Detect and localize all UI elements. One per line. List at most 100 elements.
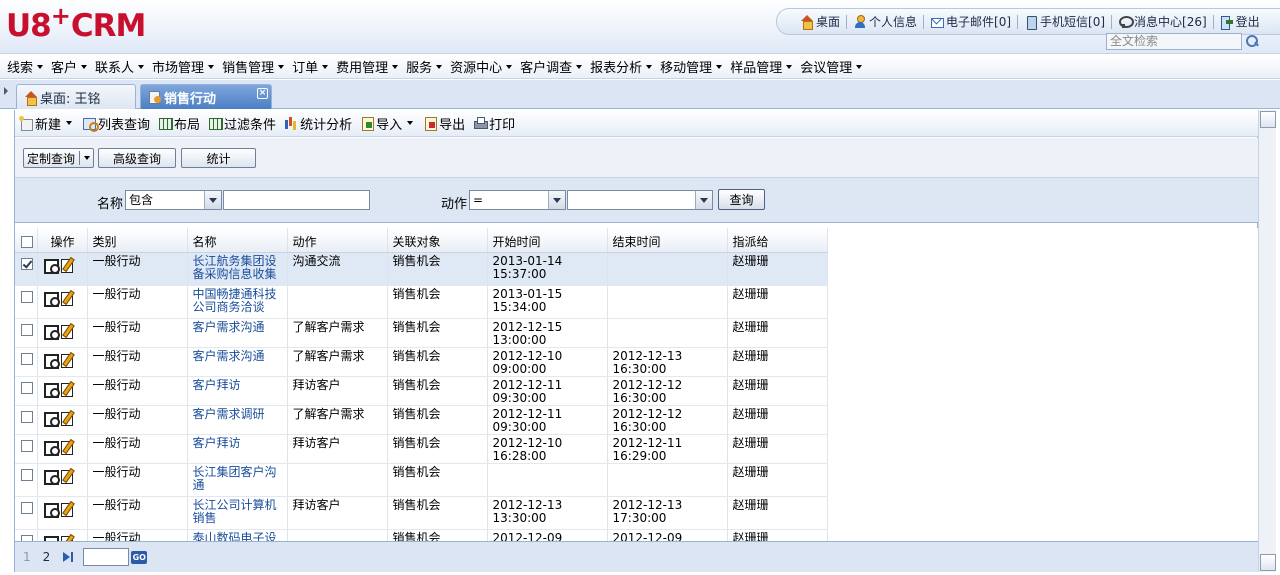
edit-icon[interactable] <box>60 382 74 397</box>
row-checkbox[interactable] <box>21 290 33 303</box>
custom-query-button[interactable]: 定制查询 <box>23 148 94 168</box>
table-row[interactable]: 一般行动 中国畅捷通科技公司商务洽谈 销售机会 2013-01-15 15:34:00… <box>15 285 828 319</box>
menu-survey[interactable]: 客户调查 <box>520 57 583 76</box>
print-button[interactable]: 打印 <box>473 114 515 133</box>
view-icon[interactable] <box>43 324 60 340</box>
cell-name[interactable]: 长江集团客户沟通 <box>187 463 288 497</box>
cell-name[interactable]: 客户需求调研 <box>187 405 288 435</box>
view-icon[interactable] <box>43 502 60 518</box>
email-link[interactable]: 电子邮件[0] <box>925 13 1016 30</box>
filter-button[interactable]: 过滤条件 <box>208 114 276 133</box>
table-row[interactable]: 一般行动 长江航务集团设备采购信息收集 沟通交流 销售机会 2013-01-14 15:… <box>15 252 828 286</box>
row-checkbox[interactable] <box>21 381 33 394</box>
menu-leads[interactable]: 线索 <box>7 57 44 76</box>
row-checkbox[interactable] <box>21 323 33 336</box>
col-header-name[interactable]: 名称 <box>187 228 288 253</box>
menu-contacts[interactable]: 联系人 <box>95 57 145 76</box>
edit-icon[interactable] <box>60 411 74 426</box>
name-operator-select[interactable]: 包含 <box>125 190 222 210</box>
cell-name[interactable]: 中国畅捷通科技公司商务洽谈 <box>187 285 288 319</box>
col-header-end[interactable]: 结束时间 <box>607 228 728 253</box>
sms-link[interactable]: 手机短信[0] <box>1019 13 1110 30</box>
search-icon[interactable] <box>1245 34 1259 48</box>
stats-analysis-button[interactable]: 统计分析 <box>284 114 352 133</box>
query-button[interactable]: 查询 <box>718 189 765 210</box>
table-row[interactable]: 一般行动 客户需求沟通 了解客户需求 销售机会 2012-12-10 09:00:00 2… <box>15 347 828 377</box>
col-header-start[interactable]: 开始时间 <box>487 228 608 253</box>
edit-icon[interactable] <box>60 291 74 306</box>
edit-icon[interactable] <box>60 469 74 484</box>
menu-reports[interactable]: 报表分析 <box>590 57 653 76</box>
view-icon[interactable] <box>43 258 60 274</box>
col-header-category[interactable]: 类别 <box>87 228 188 253</box>
menu-customers[interactable]: 客户 <box>51 57 88 76</box>
menu-samples[interactable]: 样品管理 <box>730 57 793 76</box>
table-row[interactable]: 一般行动 长江公司计算机销售 拜访客户 销售机会 2012-12-13 13:30:00… <box>15 496 828 530</box>
table-row[interactable]: 一般行动 客户需求调研 了解客户需求 销售机会 2012-12-11 09:30:00 2… <box>15 405 828 435</box>
message-center-link[interactable]: 消息中心[26] <box>1113 13 1212 30</box>
edit-icon[interactable] <box>60 258 74 273</box>
col-header-action[interactable]: 动作 <box>287 228 388 253</box>
edit-icon[interactable] <box>60 324 74 339</box>
import-button[interactable]: 导入 <box>360 114 415 133</box>
view-icon[interactable] <box>43 440 60 456</box>
scroll-up-button[interactable] <box>1260 111 1276 128</box>
cell-name[interactable]: 客户需求沟通 <box>187 318 288 348</box>
cell-name[interactable]: 长江航务集团设备采购信息收集 <box>187 252 288 286</box>
action-value-select[interactable] <box>567 190 713 210</box>
advanced-query-button[interactable]: 高级查询 <box>98 148 176 168</box>
select-all-checkbox[interactable] <box>21 236 33 248</box>
menu-expenses[interactable]: 费用管理 <box>336 57 399 76</box>
table-row[interactable]: 一般行动 客户拜访 拜访客户 销售机会 2012-12-10 16:28:00 2012-… <box>15 434 828 464</box>
row-checkbox[interactable] <box>21 501 33 514</box>
table-row[interactable]: 一般行动 客户拜访 拜访客户 销售机会 2012-12-11 09:30:00 2012-… <box>15 376 828 406</box>
close-icon[interactable]: × <box>257 88 268 99</box>
tab-desktop[interactable]: 桌面: 王铭 <box>16 84 136 109</box>
go-icon[interactable]: GO <box>131 550 148 564</box>
row-checkbox[interactable] <box>21 468 33 481</box>
cell-name[interactable]: 客户拜访 <box>187 434 288 464</box>
menu-sales[interactable]: 销售管理 <box>222 57 285 76</box>
col-header-related[interactable]: 关联对象 <box>387 228 488 253</box>
fulltext-search-input[interactable]: 全文检索 <box>1106 33 1242 50</box>
name-filter-input[interactable] <box>223 190 370 210</box>
view-icon[interactable] <box>43 291 60 307</box>
collapse-arrow-icon[interactable] <box>4 87 8 95</box>
menu-mobile[interactable]: 移动管理 <box>660 57 723 76</box>
layout-button[interactable]: 布局 <box>158 114 200 133</box>
last-page-icon[interactable] <box>62 550 76 564</box>
table-row[interactable]: 一般行动 长江集团客户沟通 销售机会 赵珊珊 <box>15 463 828 497</box>
cell-name[interactable]: 客户需求沟通 <box>187 347 288 377</box>
row-checkbox[interactable] <box>21 352 33 365</box>
edit-icon[interactable] <box>60 502 74 517</box>
tab-sales-activity[interactable]: 销售行动 × <box>140 84 272 109</box>
col-header-assignee[interactable]: 指派给 <box>727 228 828 253</box>
row-checkbox[interactable] <box>21 439 33 452</box>
table-row[interactable]: 一般行动 客户需求沟通 了解客户需求 销售机会 2012-12-15 13:00:00 赵… <box>15 318 828 348</box>
export-button[interactable]: 导出 <box>423 114 465 133</box>
menu-orders[interactable]: 订单 <box>292 57 329 76</box>
new-button[interactable]: 新建 <box>19 114 74 133</box>
row-checkbox[interactable] <box>21 410 33 423</box>
row-checkbox[interactable] <box>21 257 33 270</box>
menu-resources[interactable]: 资源中心 <box>450 57 513 76</box>
menu-marketing[interactable]: 市场管理 <box>152 57 215 76</box>
desktop-link[interactable]: 桌面 <box>795 13 845 30</box>
cell-name[interactable]: 长江公司计算机销售 <box>187 496 288 530</box>
view-icon[interactable] <box>43 353 60 369</box>
action-operator-select[interactable]: = <box>469 190 566 210</box>
menu-meetings[interactable]: 会议管理 <box>800 57 863 76</box>
page-jump-input[interactable] <box>83 548 130 566</box>
menu-service[interactable]: 服务 <box>406 57 443 76</box>
cell-name[interactable]: 客户拜访 <box>187 376 288 406</box>
view-icon[interactable] <box>43 469 60 485</box>
view-icon[interactable] <box>43 382 60 398</box>
list-query-button[interactable]: 列表查询 <box>82 114 150 133</box>
col-header-operation[interactable]: 操作 <box>37 228 88 253</box>
logout-link[interactable]: 登出 <box>1215 13 1265 30</box>
edit-icon[interactable] <box>60 353 74 368</box>
statistics-button[interactable]: 统计 <box>181 148 256 168</box>
page-1-link[interactable]: 1 <box>23 550 31 564</box>
personal-info-link[interactable]: 个人信息 <box>848 13 922 30</box>
vertical-scrollbar[interactable] <box>1258 110 1276 572</box>
